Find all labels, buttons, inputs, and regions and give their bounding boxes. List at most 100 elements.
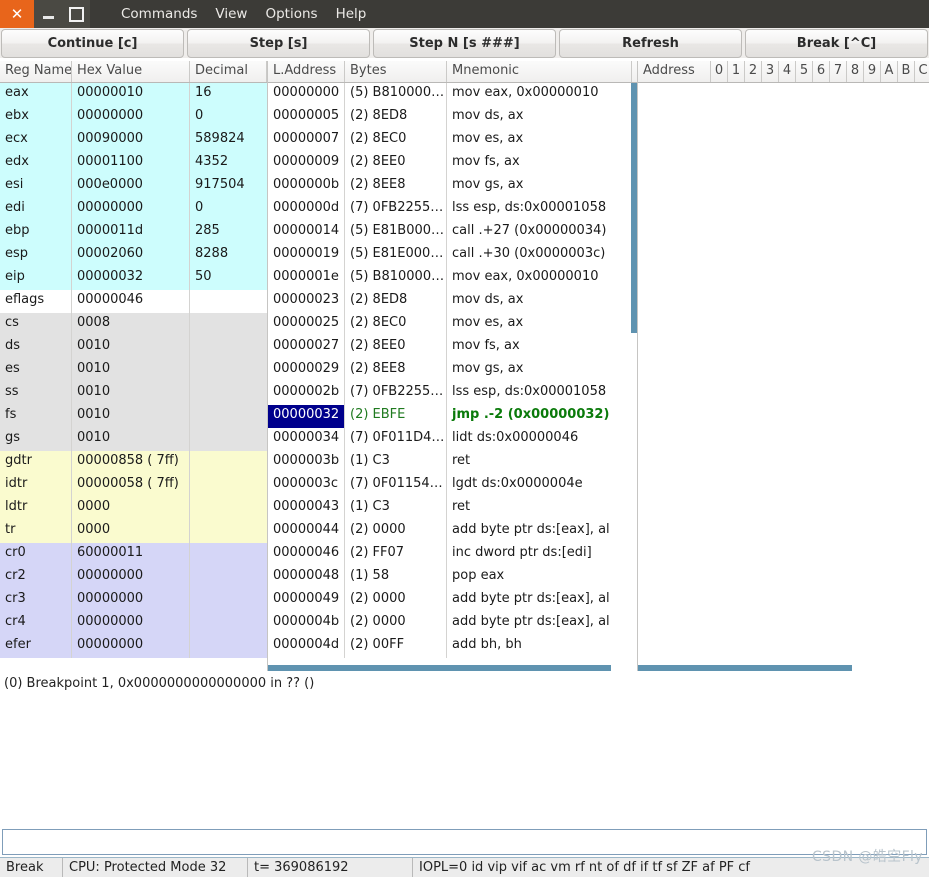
- column-header-byte-4[interactable]: 4: [779, 61, 796, 82]
- register-row[interactable]: edx 00001100 4352: [0, 152, 267, 175]
- disassembly-row[interactable]: 0000000b (2) 8EE8 mov gs, ax: [268, 175, 637, 198]
- disassembly-row[interactable]: 0000004b (2) 0000 add byte ptr ds:[eax], a…: [268, 612, 637, 635]
- disassembly-row[interactable]: 00000023 (2) 8ED8 mov ds, ax: [268, 290, 637, 313]
- column-header-byte-9[interactable]: 9: [864, 61, 881, 82]
- disassembly-row[interactable]: 00000029 (2) 8EE8 mov gs, ax: [268, 359, 637, 382]
- register-decimal-value: [190, 336, 267, 359]
- disassembly-row[interactable]: 00000044 (2) 0000 add byte ptr ds:[eax], a…: [268, 520, 637, 543]
- instruction-mnemonic: mov ds, ax: [452, 108, 524, 123]
- column-header-laddress[interactable]: L.Address: [268, 61, 345, 82]
- instruction-mnemonic: lss esp, ds:0x00001058: [452, 384, 607, 399]
- disassembly-row[interactable]: 00000043 (1) C3 ret: [268, 497, 637, 520]
- menu-item-view[interactable]: View: [206, 3, 256, 25]
- disassembly-row[interactable]: 00000005 (2) 8ED8 mov ds, ax: [268, 106, 637, 129]
- register-row[interactable]: eip 00000032 50: [0, 267, 267, 290]
- scrollbar-thumb[interactable]: [631, 83, 637, 333]
- column-header-byte-1[interactable]: 1: [728, 61, 745, 82]
- instruction-mnemonic: pop eax: [452, 568, 505, 583]
- register-row[interactable]: cr4 00000000: [0, 612, 267, 635]
- disassembly-row-current[interactable]: 00000032 (2) EBFE jmp .-2 (0x00000032): [268, 405, 637, 428]
- register-row[interactable]: cr3 00000000: [0, 589, 267, 612]
- disassembly-row[interactable]: 00000009 (2) 8EE0 mov fs, ax: [268, 152, 637, 175]
- maximize-button[interactable]: [62, 0, 90, 28]
- column-header-decimal[interactable]: Decimal: [190, 61, 267, 82]
- column-header-byte-A[interactable]: A: [881, 61, 898, 82]
- register-hex-value: 0010: [72, 405, 190, 428]
- register-decimal-value: 50: [195, 269, 212, 284]
- disassembly-row[interactable]: 0000000d (7) 0FB2255… lss esp, ds:0x000010…: [268, 198, 637, 221]
- register-row[interactable]: eflags 00000046: [0, 290, 267, 313]
- register-row[interactable]: tr 0000: [0, 520, 267, 543]
- column-header-byte-0[interactable]: 0: [711, 61, 728, 82]
- register-row[interactable]: gdtr 00000858 ( 7ff): [0, 451, 267, 474]
- instruction-bytes: (7) 0FB2255…: [345, 382, 447, 405]
- disassembly-row[interactable]: 0000004d (2) 00FF add bh, bh: [268, 635, 637, 658]
- refresh-button[interactable]: Refresh: [559, 29, 742, 58]
- step-button[interactable]: Step [s]: [187, 29, 370, 58]
- register-row[interactable]: gs 0010: [0, 428, 267, 451]
- register-hex-value: 00000000: [72, 566, 190, 589]
- register-row[interactable]: ebp 0000011d 285: [0, 221, 267, 244]
- register-row[interactable]: efer 00000000: [0, 635, 267, 658]
- disassembly-row[interactable]: 00000049 (2) 0000 add byte ptr ds:[eax], a…: [268, 589, 637, 612]
- column-header-byte-B[interactable]: B: [898, 61, 915, 82]
- register-row[interactable]: esp 00002060 8288: [0, 244, 267, 267]
- column-header-byte-5[interactable]: 5: [796, 61, 813, 82]
- disassembly-row[interactable]: 0000002b (7) 0FB2255… lss esp, ds:0x000010…: [268, 382, 637, 405]
- register-row[interactable]: edi 00000000 0: [0, 198, 267, 221]
- disassembly-row[interactable]: 0000001e (5) B810000… mov eax, 0x00000010: [268, 267, 637, 290]
- disassembly-row[interactable]: 0000003b (1) C3 ret: [268, 451, 637, 474]
- disassembly-row[interactable]: 00000025 (2) 8EC0 mov es, ax: [268, 313, 637, 336]
- disassembly-row[interactable]: 00000034 (7) 0F011D4… lidt ds:0x00000046: [268, 428, 637, 451]
- menu-item-commands[interactable]: Commands: [112, 3, 206, 25]
- register-row[interactable]: es 0010: [0, 359, 267, 382]
- register-hex-value: 0000: [72, 520, 190, 543]
- register-row[interactable]: cr2 00000000: [0, 566, 267, 589]
- instruction-bytes: (2) 0000: [345, 612, 447, 635]
- close-button[interactable]: ✕: [0, 0, 34, 28]
- register-row[interactable]: esi 000e0000 917504: [0, 175, 267, 198]
- menu-item-options[interactable]: Options: [256, 3, 326, 25]
- register-row[interactable]: ss 0010: [0, 382, 267, 405]
- minimize-button[interactable]: [34, 0, 62, 28]
- register-row[interactable]: fs 0010: [0, 405, 267, 428]
- continue-button[interactable]: Continue [c]: [1, 29, 184, 58]
- status-state: Break: [0, 858, 63, 877]
- column-header-bytes[interactable]: Bytes: [345, 61, 447, 82]
- menu-item-help[interactable]: Help: [327, 3, 376, 25]
- column-header-hex-value[interactable]: Hex Value: [72, 61, 190, 82]
- instruction-mnemonic: add byte ptr ds:[eax], al: [452, 591, 610, 606]
- disassembly-row[interactable]: 0000003c (7) 0F01154… lgdt ds:0x0000004e: [268, 474, 637, 497]
- column-header-byte-7[interactable]: 7: [830, 61, 847, 82]
- register-row[interactable]: ldtr 0000: [0, 497, 267, 520]
- instruction-bytes: (7) 0F01154…: [345, 474, 447, 497]
- disassembly-row[interactable]: 00000007 (2) 8EC0 mov es, ax: [268, 129, 637, 152]
- column-header-reg-name[interactable]: Reg Name: [0, 61, 72, 82]
- register-row[interactable]: ds 0010: [0, 336, 267, 359]
- command-input[interactable]: [2, 829, 927, 855]
- disassembly-row[interactable]: 00000048 (1) 58 pop eax: [268, 566, 637, 589]
- disassembly-row[interactable]: 00000027 (2) 8EE0 mov fs, ax: [268, 336, 637, 359]
- column-header-byte-6[interactable]: 6: [813, 61, 830, 82]
- column-header-byte-8[interactable]: 8: [847, 61, 864, 82]
- column-header-byte-3[interactable]: 3: [762, 61, 779, 82]
- disassembly-row[interactable]: 00000046 (2) FF07 inc dword ptr ds:[edi]: [268, 543, 637, 566]
- disassembly-row[interactable]: 00000014 (5) E81B000… call .+27 (0x0000003…: [268, 221, 637, 244]
- column-header-address[interactable]: Address: [638, 61, 711, 82]
- register-row[interactable]: eax 00000010 16: [0, 83, 267, 106]
- column-header-mnemonic[interactable]: Mnemonic: [447, 61, 632, 82]
- register-row[interactable]: cr0 60000011: [0, 543, 267, 566]
- disassembly-vertical-scrollbar[interactable]: [631, 83, 637, 662]
- break-button[interactable]: Break [^C]: [745, 29, 928, 58]
- register-row[interactable]: ecx 00090000 589824: [0, 129, 267, 152]
- disassembly-row[interactable]: 00000019 (5) E81E000… call .+30 (0x0000003…: [268, 244, 637, 267]
- disassembly-row[interactable]: 00000000 (5) B810000… mov eax, 0x00000010: [268, 83, 637, 106]
- log-output-area: (0) Breakpoint 1, 0x0000000000000000 in …: [0, 671, 929, 823]
- instruction-bytes: (1) C3: [345, 451, 447, 474]
- column-header-byte-C[interactable]: C: [915, 61, 929, 82]
- register-row[interactable]: ebx 00000000 0: [0, 106, 267, 129]
- step-n-button[interactable]: Step N [s ###]: [373, 29, 556, 58]
- register-row[interactable]: idtr 00000058 ( 7ff): [0, 474, 267, 497]
- register-row[interactable]: cs 0008: [0, 313, 267, 336]
- column-header-byte-2[interactable]: 2: [745, 61, 762, 82]
